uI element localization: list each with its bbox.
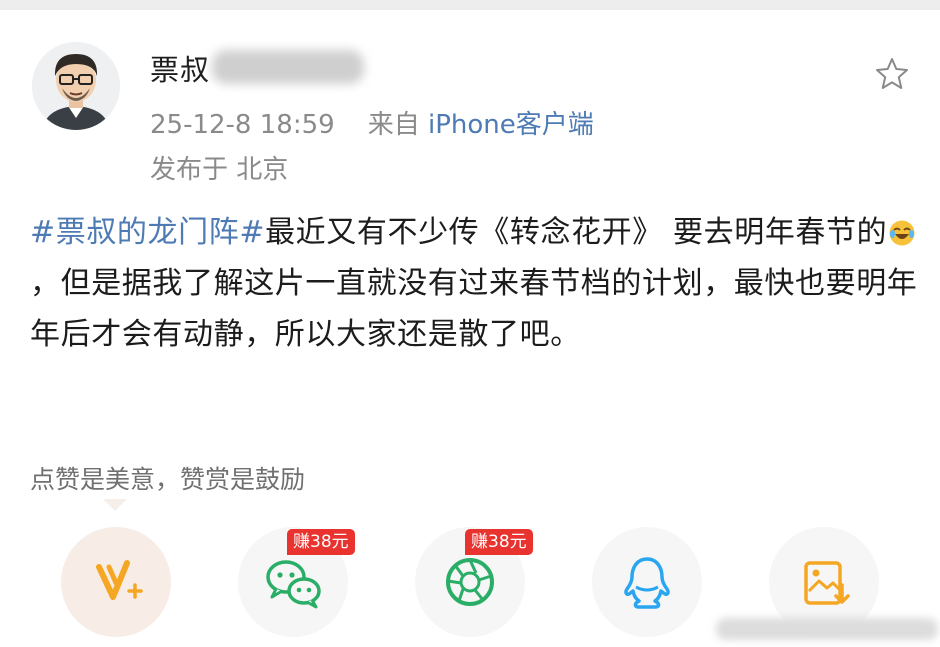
username-redaction — [212, 50, 364, 84]
bottom-redaction — [716, 618, 938, 640]
post-meta: 25-12-8 18:59 来自 iPhone客户端 — [150, 104, 594, 141]
moments-reward-badge: 赚38元 — [465, 529, 533, 555]
reward-pointer — [103, 499, 127, 511]
share-v-plus-button[interactable] — [61, 527, 171, 637]
avatar-icon — [32, 42, 120, 130]
star-icon — [876, 58, 908, 89]
post-location: 发布于 北京 — [150, 155, 289, 185]
hashtag-link[interactable]: #票叔的龙门阵# — [30, 215, 265, 250]
share-qq-button[interactable] — [592, 527, 702, 637]
post-text-part-1: 最近又有不少传《转念花开》 要去明年春节的 — [265, 215, 888, 250]
post-text-part-2: ，但是据我了解这片一直就没有过来春节档的计划，最快也要明年年后才会有动静，所以大… — [30, 266, 918, 352]
favorite-button[interactable] — [874, 56, 910, 92]
laugh-cry-emoji-icon — [889, 220, 915, 246]
v-plus-icon — [96, 560, 143, 600]
top-divider — [0, 0, 940, 10]
username[interactable]: 票叔 — [150, 47, 210, 89]
avatar[interactable] — [32, 42, 120, 130]
source-link[interactable]: iPhone客户端 — [428, 110, 594, 140]
qq-icon — [624, 557, 670, 609]
post-time: 25-12-8 18:59 — [150, 110, 335, 140]
reward-hint: 点赞是美意，赞赏是鼓励 — [30, 465, 306, 494]
post-text: #票叔的龙门阵#最近又有不少传《转念花开》 要去明年春节的 ，但是据我了解这片一直… — [30, 207, 920, 360]
source-prefix: 来自 — [367, 110, 420, 140]
wechat-reward-badge: 赚38元 — [287, 529, 355, 555]
